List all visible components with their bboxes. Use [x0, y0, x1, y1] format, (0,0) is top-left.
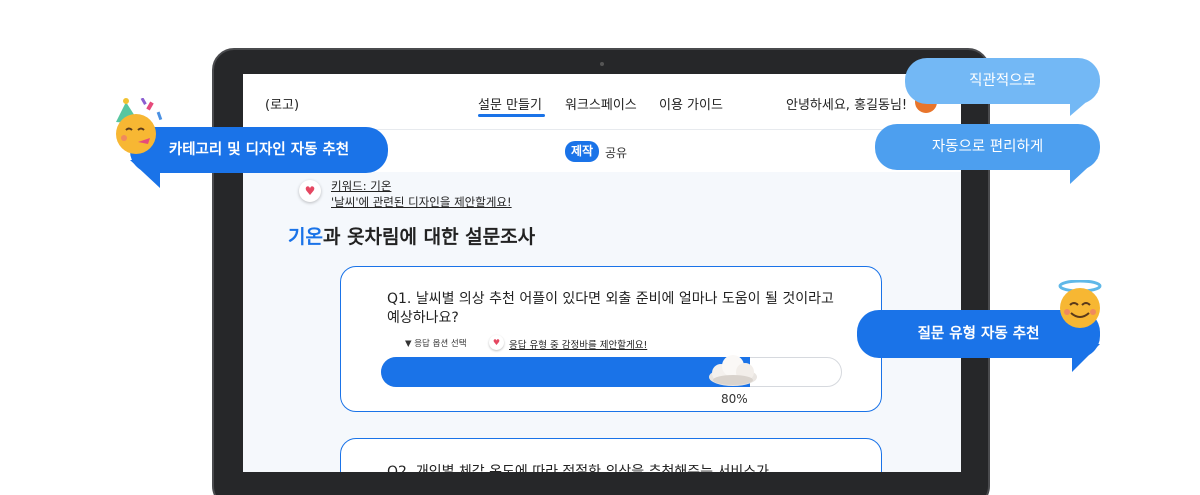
top-navigation: (로고) 설문 만들기 워크스페이스 이용 가이드 안녕하세요, 홍길동님!: [243, 74, 961, 130]
keyword-label[interactable]: 키워드: 기온: [331, 178, 391, 194]
response-type-suggestion[interactable]: 응답 유형 중 감정바를 제안할게요!: [509, 337, 647, 351]
tab-share[interactable]: 공유: [605, 144, 627, 161]
user-greeting: 안녕하세요, 홍길동님!: [786, 98, 908, 113]
survey-title: 기온과 옷차림에 대한 설문조사: [288, 222, 535, 249]
callout-intuitive: 직관적으로: [905, 58, 1100, 104]
active-nav-underline: [478, 114, 545, 117]
hero-stage: (로고) 설문 만들기 워크스페이스 이용 가이드 안녕하세요, 홍길동님! 제…: [0, 0, 1200, 495]
question-card-1[interactable]: Q1. 날씨별 의상 추천 어플이 있다면 외출 준비에 얼마나 도움이 될 것…: [340, 266, 882, 412]
progress-percent: 80%: [721, 392, 748, 406]
survey-title-rest: 과 옷차림에 대한 설문조사: [322, 226, 536, 248]
nav-guide[interactable]: 이용 가이드: [659, 94, 723, 113]
logo[interactable]: (로고): [265, 94, 299, 113]
nav-workspace[interactable]: 워크스페이스: [565, 94, 637, 113]
halo-face-icon: [1058, 280, 1102, 328]
cloud-icon[interactable]: [707, 353, 759, 387]
survey-title-keyword: 기온: [288, 226, 323, 248]
tab-make[interactable]: 제작: [565, 141, 600, 162]
partying-face-icon: [116, 98, 163, 154]
callout-convenient: 자동으로 편리하게: [875, 124, 1100, 170]
question-text: Q1. 날씨별 의상 추천 어플이 있다면 외출 준비에 얼마나 도움이 될 것…: [387, 291, 834, 326]
emotion-bar-fill: [381, 357, 750, 387]
camera-dot: [600, 62, 604, 66]
heart-icon: ♥: [299, 180, 321, 202]
keyword-suggestion[interactable]: '날씨'에 관련된 디자인을 제안할게요!: [331, 194, 512, 210]
question-card-2[interactable]: Q2. 개인별 체감 온도에 따라 적절한 의상을 추천해주는 서비스가: [340, 438, 882, 472]
nav-make-survey[interactable]: 설문 만들기: [478, 94, 542, 113]
response-option-dropdown[interactable]: ▼ 응답 옵션 선택: [405, 337, 467, 349]
heart-icon: ♥: [489, 335, 504, 350]
question-text: Q2. 개인별 체감 온도에 따라 적절한 의상을 추천해주는 서비스가: [387, 464, 769, 472]
